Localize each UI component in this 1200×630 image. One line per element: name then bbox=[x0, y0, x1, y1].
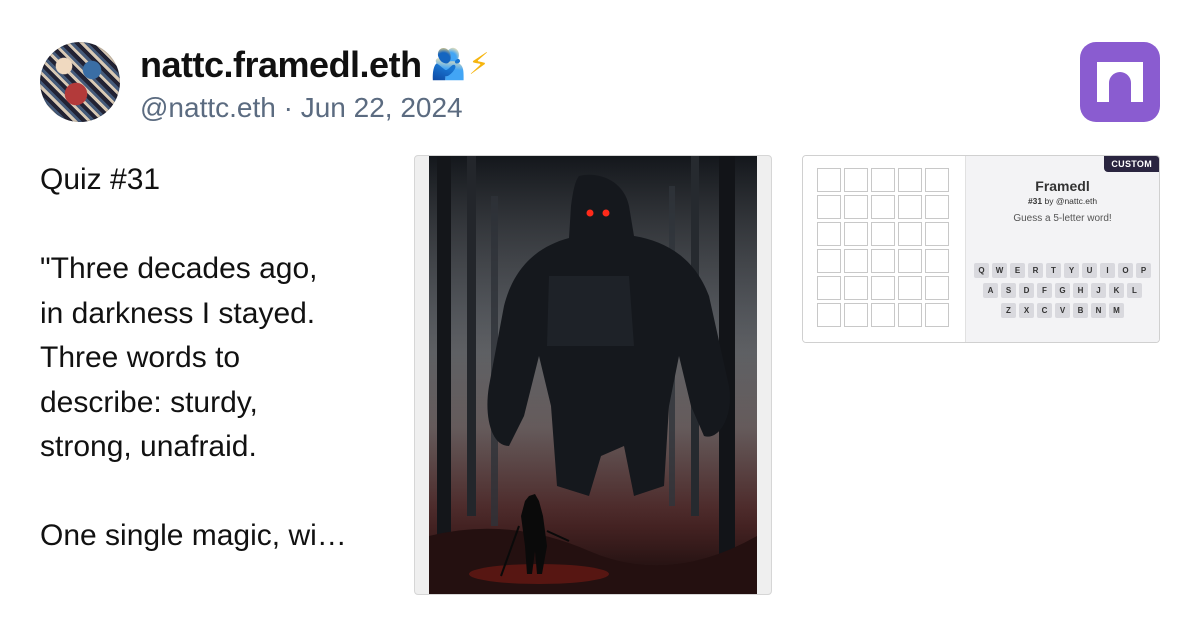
grid-cell bbox=[871, 222, 895, 246]
key[interactable]: C bbox=[1037, 303, 1052, 318]
grid-cell bbox=[925, 249, 949, 273]
grid-cell bbox=[871, 168, 895, 192]
grid-cell bbox=[844, 168, 868, 192]
key[interactable]: Z bbox=[1001, 303, 1016, 318]
people-hugging-icon: 🫂 bbox=[429, 48, 467, 81]
grid-cell bbox=[871, 249, 895, 273]
grid-cell bbox=[871, 303, 895, 327]
grid-cell bbox=[898, 168, 922, 192]
key[interactable]: J bbox=[1091, 283, 1106, 298]
framedl-frame[interactable]: CUSTOM Framedl #31 by @nattc.eth Guess a… bbox=[802, 155, 1160, 343]
post-image[interactable] bbox=[414, 155, 772, 595]
arch-icon-svg bbox=[1097, 62, 1143, 102]
grid-cell bbox=[871, 276, 895, 300]
key[interactable]: Q bbox=[974, 263, 989, 278]
key[interactable]: S bbox=[1001, 283, 1016, 298]
guess-grid bbox=[817, 168, 949, 327]
keyboard-row-3: Z X C V B N M bbox=[966, 303, 1159, 318]
key[interactable]: R bbox=[1028, 263, 1043, 278]
keyboard-row-1: Q W E R T Y U I O P bbox=[966, 263, 1159, 278]
grid-cell bbox=[898, 195, 922, 219]
grid-cell bbox=[844, 276, 868, 300]
key[interactable]: P bbox=[1136, 263, 1151, 278]
key[interactable]: F bbox=[1037, 283, 1052, 298]
lightning-icon: ⚡ bbox=[468, 48, 489, 81]
illustration-svg bbox=[429, 156, 757, 594]
guess-grid-panel bbox=[803, 156, 965, 342]
grid-cell bbox=[925, 195, 949, 219]
grid-cell bbox=[844, 303, 868, 327]
display-name-text: nattc.framedl.eth bbox=[140, 44, 422, 85]
grid-cell bbox=[817, 222, 841, 246]
custom-badge: CUSTOM bbox=[1104, 156, 1159, 172]
grid-cell bbox=[898, 249, 922, 273]
key[interactable]: W bbox=[992, 263, 1007, 278]
grid-cell bbox=[817, 195, 841, 219]
key[interactable]: L bbox=[1127, 283, 1142, 298]
key[interactable]: B bbox=[1073, 303, 1088, 318]
key[interactable]: K bbox=[1109, 283, 1124, 298]
grid-cell bbox=[844, 195, 868, 219]
grid-cell bbox=[817, 168, 841, 192]
profile-badges: 🫂 ⚡ bbox=[429, 48, 490, 81]
grid-cell bbox=[925, 222, 949, 246]
grid-cell bbox=[898, 303, 922, 327]
key[interactable]: O bbox=[1118, 263, 1133, 278]
display-name[interactable]: nattc.framedl.eth 🫂 ⚡ bbox=[140, 44, 489, 86]
key[interactable]: U bbox=[1082, 263, 1097, 278]
quiz-author: by @nattc.eth bbox=[1042, 196, 1098, 206]
on-screen-keyboard: Q W E R T Y U I O P A S D F G H J K L Z … bbox=[966, 263, 1159, 323]
key[interactable]: T bbox=[1046, 263, 1061, 278]
quiz-number: #31 bbox=[1027, 196, 1043, 206]
grid-cell bbox=[925, 276, 949, 300]
grid-cell bbox=[898, 276, 922, 300]
dark-giant-illustration bbox=[429, 156, 757, 594]
grid-cell bbox=[898, 222, 922, 246]
key[interactable]: N bbox=[1091, 303, 1106, 318]
key[interactable]: M bbox=[1109, 303, 1124, 318]
keyboard-row-2: A S D F G H J K L bbox=[966, 283, 1159, 298]
grid-cell bbox=[817, 303, 841, 327]
grid-cell bbox=[925, 168, 949, 192]
grid-cell bbox=[817, 276, 841, 300]
key[interactable]: G bbox=[1055, 283, 1070, 298]
post-body: Quiz #31 "Three decades ago, in darkness… bbox=[40, 163, 347, 552]
framedl-subtitle: #31 by @nattc.eth bbox=[966, 196, 1159, 206]
framedl-title: Framedl bbox=[1035, 178, 1090, 194]
key[interactable]: A bbox=[983, 283, 998, 298]
key[interactable]: D bbox=[1019, 283, 1034, 298]
grid-cell bbox=[844, 222, 868, 246]
key[interactable]: I bbox=[1100, 263, 1115, 278]
key[interactable]: X bbox=[1019, 303, 1034, 318]
key[interactable]: H bbox=[1073, 283, 1088, 298]
avatar[interactable] bbox=[40, 42, 120, 122]
arch-icon[interactable] bbox=[1080, 42, 1160, 122]
grid-cell bbox=[817, 249, 841, 273]
framedl-info-panel: CUSTOM Framedl #31 by @nattc.eth Guess a… bbox=[965, 156, 1159, 342]
grid-cell bbox=[871, 195, 895, 219]
key[interactable]: E bbox=[1010, 263, 1025, 278]
framedl-prompt: Guess a 5-letter word! bbox=[1013, 213, 1112, 224]
handle-and-date: @nattc.eth · Jun 22, 2024 bbox=[140, 92, 463, 123]
key[interactable]: Y bbox=[1064, 263, 1079, 278]
grid-cell bbox=[844, 249, 868, 273]
grid-cell bbox=[925, 303, 949, 327]
key[interactable]: V bbox=[1055, 303, 1070, 318]
